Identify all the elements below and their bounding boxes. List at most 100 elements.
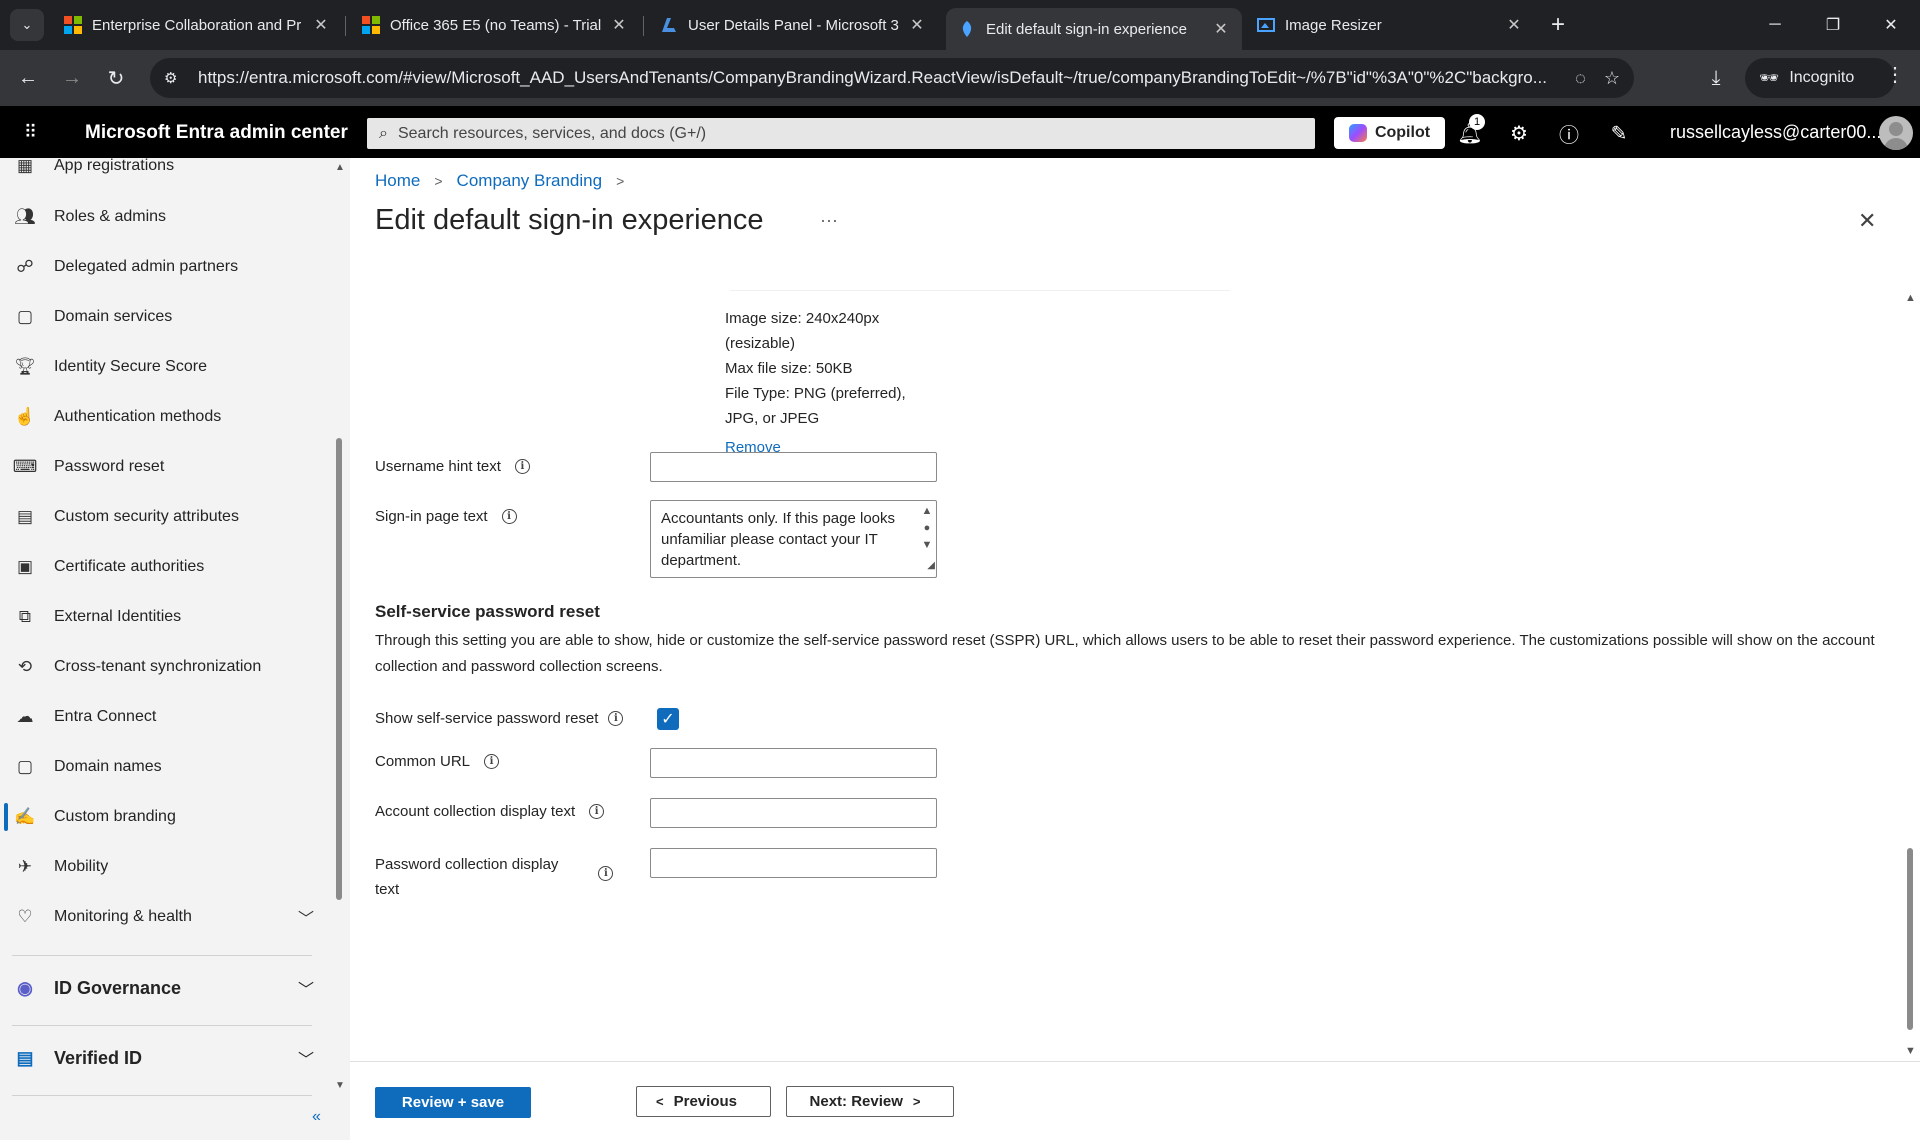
reload-button[interactable]: ↻ [100, 62, 132, 94]
scroll-down-arrow-icon[interactable]: ▼ [335, 1080, 345, 1091]
feedback-button[interactable]: ✎ [1605, 119, 1633, 147]
resize-handle-icon[interactable]: ◢ [927, 555, 935, 576]
avatar[interactable] [1879, 116, 1913, 150]
sidebar-item-roles-admins[interactable]: 👥︎ Roles & admins [0, 197, 330, 237]
app-launcher-button[interactable]: ⠿ [18, 120, 42, 144]
info-icon[interactable]: i [598, 866, 614, 881]
microsoft-logo-icon [64, 16, 82, 34]
close-icon[interactable]: ✕ [1858, 208, 1876, 234]
sidebar-section-verified-id[interactable]: ▤ Verified ID ﹀ [0, 1036, 330, 1080]
sidebar-item-label: Certificate authorities [54, 558, 205, 575]
browser-tab[interactable]: Office 365 E5 (no Teams) - Trial ✕ [350, 8, 640, 42]
sidebar-item-label: External Identities [54, 608, 182, 625]
nav-scrollbar-thumb[interactable] [336, 438, 342, 900]
tab-title: Enterprise Collaboration and Pr [92, 16, 302, 34]
new-tab-button[interactable]: + [1543, 10, 1573, 40]
entra-logo-icon [958, 20, 976, 38]
plus-icon: + [1550, 11, 1565, 38]
scroll-up-arrow-icon[interactable]: ▲ [335, 162, 345, 173]
close-icon[interactable]: ✕ [312, 15, 330, 35]
verified-id-icon: ▤ [16, 1047, 34, 1068]
browser-tab[interactable]: Image Resizer ✕ [1245, 8, 1535, 42]
sidebar-item-app-registrations[interactable]: ▦ App registrations [0, 158, 330, 186]
downloads-button[interactable]: ⤓ [1700, 62, 1732, 94]
restore-button[interactable]: ❐ [1806, 0, 1860, 50]
site-settings-icon[interactable]: ⚙ [164, 69, 186, 87]
arrow-left-icon: ← [18, 66, 38, 89]
sidebar-item-mobility[interactable]: ✈ Mobility [0, 847, 330, 887]
close-icon[interactable]: ✕ [908, 15, 926, 35]
copilot-button[interactable]: Copilot [1334, 117, 1445, 149]
sidebar-item-authentication-methods[interactable]: ☝ Authentication methods [0, 397, 330, 437]
global-search-input[interactable]: ⌕ Search resources, services, and docs (… [367, 118, 1315, 149]
password-collection-label: Password collection display text i [375, 852, 614, 902]
previous-button[interactable]: < Previous [636, 1086, 771, 1117]
help-button[interactable]: ⓘ [1555, 119, 1583, 147]
show-sspr-checkbox[interactable]: ✓ [657, 708, 679, 730]
sidebar-item-password-reset[interactable]: ⌨ Password reset [0, 447, 330, 487]
sidebar-item-external-identities[interactable]: ⧉ External Identities [0, 597, 330, 637]
sidebar-item-custom-security-attributes[interactable]: ▤ Custom security attributes [0, 497, 330, 537]
browser-tab-active[interactable]: Edit default sign-in experience ✕ [946, 8, 1242, 50]
username-hint-input[interactable] [650, 452, 937, 482]
close-icon[interactable]: ✕ [1505, 15, 1523, 35]
close-icon[interactable]: ✕ [1212, 19, 1230, 39]
minimize-button[interactable]: ─ [1748, 0, 1802, 50]
sidebar-item-cross-tenant-sync[interactable]: ⟲ Cross-tenant synchronization [0, 647, 330, 687]
sidebar-section-id-governance[interactable]: ◉ ID Governance ﹀ [0, 966, 330, 1010]
info-icon[interactable]: i [514, 459, 530, 474]
browser-menu-button[interactable]: ⋮ [1880, 62, 1910, 87]
incognito-indicator[interactable]: 🕶 Incognito [1745, 58, 1895, 98]
sidebar-item-custom-branding[interactable]: ✍ Custom branding [0, 797, 330, 837]
sidebar-item-certificate-authorities[interactable]: ▣ Certificate authorities [0, 547, 330, 587]
info-icon[interactable]: i [608, 711, 624, 726]
common-url-input[interactable] [650, 748, 937, 778]
sidebar-item-entra-connect[interactable]: ☁ Entra Connect [0, 697, 330, 737]
domain-names-icon: ▢ [16, 757, 34, 776]
field-label: Sign-in page text [375, 508, 488, 525]
password-collection-input[interactable] [650, 848, 937, 878]
info-icon[interactable]: i [484, 754, 500, 769]
sidebar-item-delegated-admin-partners[interactable]: ☍ Delegated admin partners [0, 247, 330, 287]
sidebar-item-monitoring-health[interactable]: ♡ Monitoring & health ﹀ [0, 897, 330, 937]
close-icon[interactable]: ✕ [610, 15, 628, 35]
address-bar[interactable]: ⚙ https://entra.microsoft.com/#view/Micr… [150, 58, 1634, 98]
app-title[interactable]: Microsoft Entra admin center [85, 122, 348, 144]
account-name[interactable]: russellcayless@carter00... [1670, 122, 1881, 143]
tab-search-button[interactable]: ⌄ [10, 9, 44, 41]
browser-tab[interactable]: Enterprise Collaboration and Pr ✕ [52, 8, 342, 42]
next-review-button[interactable]: Next: Review > [786, 1086, 954, 1117]
sidebar-item-domain-names[interactable]: ▢ Domain names [0, 747, 330, 787]
sync-icon: ⟲ [17, 657, 33, 676]
signin-page-text-area[interactable]: Accountants only. If this page looks unf… [650, 500, 937, 578]
url-text[interactable]: https://entra.microsoft.com/#view/Micros… [198, 68, 1557, 88]
browser-tab[interactable]: User Details Panel - Microsoft 3 ✕ [648, 8, 938, 42]
sidebar-item-label: Custom branding [54, 808, 176, 825]
breadcrumb-company-branding[interactable]: Company Branding [457, 171, 603, 191]
attributes-icon: ▤ [16, 507, 34, 526]
window-close-button[interactable]: ✕ [1864, 0, 1918, 50]
sidebar-item-identity-secure-score[interactable]: 🏆︎ Identity Secure Score [0, 347, 330, 387]
back-button[interactable]: ← [12, 62, 44, 94]
info-icon[interactable]: i [501, 509, 517, 524]
eye-off-icon[interactable]: ◌ [1575, 68, 1586, 89]
forward-button[interactable]: → [56, 62, 88, 94]
star-icon[interactable]: ☆ [1604, 68, 1620, 89]
account-collection-input[interactable] [650, 798, 937, 828]
review-save-button[interactable]: Review + save [375, 1087, 531, 1118]
incognito-icon: 🕶 [1759, 70, 1780, 87]
collapse-nav-button[interactable]: « [312, 1108, 321, 1126]
azure-portal-icon [660, 16, 678, 34]
breadcrumb-home[interactable]: Home [375, 171, 420, 191]
arrow-right-icon: → [62, 66, 82, 89]
sidebar-item-label: Entra Connect [54, 708, 157, 725]
info-icon[interactable]: i [589, 804, 605, 819]
sidebar-item-domain-services[interactable]: ▢ Domain services [0, 297, 330, 337]
more-options-icon[interactable]: ··· [820, 210, 838, 231]
gear-icon: ⚙ [1510, 122, 1528, 145]
settings-button[interactable]: ⚙ [1505, 119, 1533, 147]
incognito-label: Incognito [1789, 69, 1855, 86]
tab-title: Office 365 E5 (no Teams) - Trial [390, 16, 602, 34]
nav-divider [12, 1095, 312, 1096]
nav-divider [12, 955, 312, 956]
